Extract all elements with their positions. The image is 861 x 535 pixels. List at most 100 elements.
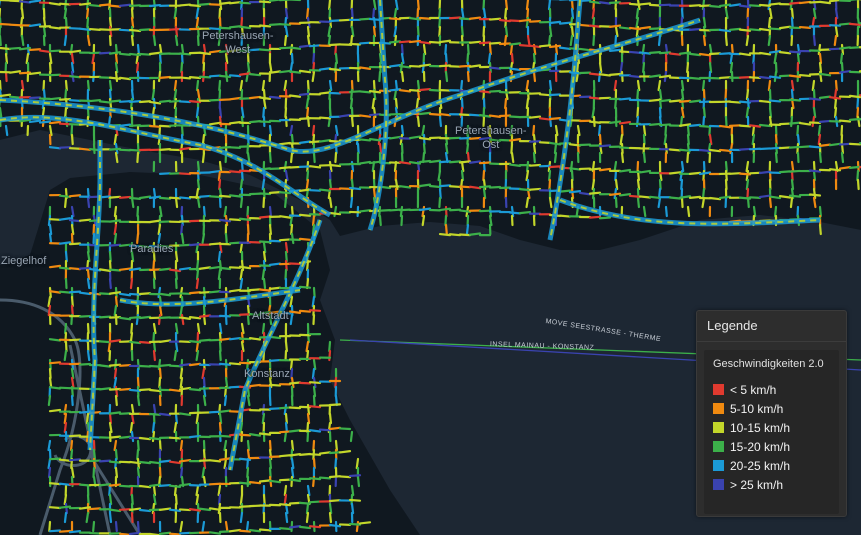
street-segment bbox=[618, 193, 632, 197]
street-segment bbox=[548, 169, 552, 182]
street-segment bbox=[532, 151, 536, 164]
street-segment bbox=[298, 92, 312, 96]
street-segment bbox=[118, 316, 132, 321]
street-segment bbox=[268, 479, 282, 484]
street-segment bbox=[548, 165, 562, 169]
street-segment bbox=[118, 508, 132, 511]
street-segment bbox=[86, 16, 90, 29]
street-segment bbox=[130, 196, 135, 209]
street-segment bbox=[136, 151, 140, 164]
street-segment bbox=[208, 242, 222, 246]
street-segment bbox=[289, 151, 294, 164]
street-segment bbox=[421, 205, 426, 218]
street-segment bbox=[591, 7, 596, 20]
street-segment bbox=[114, 520, 118, 533]
street-segment bbox=[308, 309, 322, 312]
street-segment bbox=[240, 259, 245, 272]
legend-swatch bbox=[713, 460, 724, 471]
street-segment bbox=[218, 457, 232, 461]
street-segment bbox=[278, 454, 292, 458]
street-segment bbox=[63, 7, 68, 20]
street-segment bbox=[108, 508, 122, 513]
street-segment bbox=[130, 322, 134, 335]
street-segment bbox=[608, 48, 622, 52]
street-segment bbox=[680, 196, 684, 209]
street-segment bbox=[308, 405, 322, 409]
street-segment bbox=[113, 304, 118, 317]
street-segment bbox=[63, 34, 68, 47]
legend-items: < 5 km/h 5-10 km/h 10-15 km/h 15-20 km/h 20-… bbox=[713, 380, 831, 494]
street-segment bbox=[834, 25, 839, 38]
street-segment bbox=[504, 97, 508, 110]
street-segment bbox=[418, 111, 432, 116]
street-segment bbox=[328, 67, 342, 72]
street-segment bbox=[688, 27, 702, 31]
street-segment bbox=[788, 1, 802, 5]
street-segment bbox=[108, 483, 122, 487]
street-segment bbox=[751, 124, 756, 137]
street-segment bbox=[48, 290, 62, 294]
street-segment bbox=[188, 434, 202, 439]
street-segment bbox=[338, 450, 352, 454]
street-segment bbox=[458, 113, 472, 117]
street-segment bbox=[312, 151, 316, 164]
street-segment bbox=[388, 208, 402, 212]
street-segment bbox=[306, 34, 311, 47]
legend-label: 15-20 km/h bbox=[730, 439, 791, 454]
street-segment bbox=[724, 34, 728, 47]
street-segment bbox=[774, 151, 778, 164]
street-segment bbox=[68, 99, 82, 103]
street-segment bbox=[178, 172, 192, 176]
street-segment bbox=[728, 3, 742, 7]
street-segment bbox=[217, 484, 222, 497]
street-segment bbox=[748, 28, 762, 32]
street-segment bbox=[748, 4, 762, 8]
street-segment bbox=[312, 385, 317, 398]
street-segment bbox=[179, 376, 184, 389]
street-segment bbox=[745, 160, 750, 173]
street-segment bbox=[178, 76, 192, 80]
street-segment bbox=[238, 265, 252, 270]
street-segment bbox=[248, 433, 262, 437]
street-segment bbox=[283, 493, 288, 506]
street-segment bbox=[648, 74, 662, 78]
street-segment bbox=[0, 106, 3, 119]
street-segment bbox=[518, 18, 532, 23]
street-segment bbox=[482, 0, 486, 11]
street-segment bbox=[239, 511, 244, 524]
street-segment bbox=[136, 205, 140, 218]
street-segment bbox=[444, 70, 449, 83]
street-segment bbox=[416, 79, 421, 92]
street-segment bbox=[778, 195, 792, 199]
street-segment bbox=[268, 191, 282, 194]
street-segment bbox=[78, 266, 92, 270]
street-segment bbox=[228, 385, 242, 389]
legend-title[interactable]: Legende bbox=[697, 311, 846, 342]
street-segment bbox=[758, 27, 772, 32]
street-segment bbox=[20, 7, 25, 20]
street-segment bbox=[569, 160, 574, 173]
street-segment bbox=[856, 178, 860, 191]
street-segment bbox=[308, 500, 322, 504]
street-segment bbox=[466, 61, 470, 74]
street-segment bbox=[438, 232, 452, 237]
street-segment bbox=[614, 97, 618, 110]
street-segment bbox=[157, 286, 162, 299]
street-segment bbox=[48, 338, 62, 342]
street-segment bbox=[334, 124, 339, 137]
street-segment bbox=[798, 73, 812, 78]
street-segment bbox=[856, 97, 860, 110]
street-segment bbox=[136, 43, 140, 56]
street-segment bbox=[128, 340, 142, 345]
street-segment bbox=[113, 367, 118, 380]
street-segment bbox=[118, 435, 132, 439]
street-segment bbox=[238, 1, 252, 5]
street-segment bbox=[658, 123, 672, 127]
street-segment bbox=[504, 16, 508, 29]
street-segment bbox=[408, 160, 422, 165]
street-segment bbox=[796, 133, 801, 146]
street-segment bbox=[261, 268, 266, 281]
street-segment bbox=[790, 88, 794, 101]
street-segment bbox=[488, 185, 502, 189]
street-segment bbox=[91, 52, 96, 65]
